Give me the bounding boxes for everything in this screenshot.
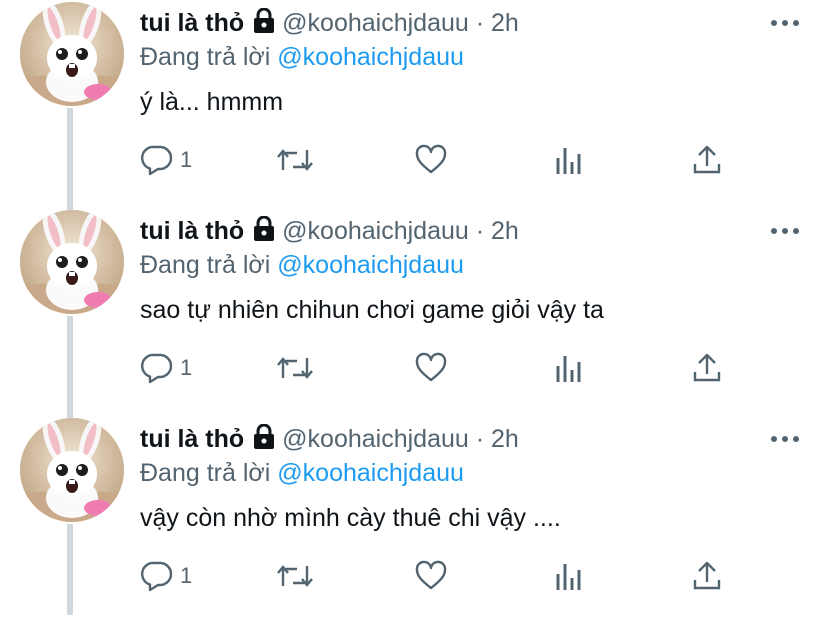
replying-to-handle[interactable]: @koohaichjdauu	[277, 459, 464, 487]
retweet-button[interactable]	[276, 348, 314, 388]
avatar[interactable]	[20, 418, 124, 522]
author-handle[interactable]: @koohaichjdauu	[282, 9, 469, 37]
author-name[interactable]: tui là thỏ	[140, 425, 244, 453]
share-button[interactable]	[691, 556, 723, 596]
analytics-icon	[554, 560, 584, 592]
like-button[interactable]	[414, 140, 448, 180]
tweet-actions: 1	[140, 348, 760, 388]
avatar[interactable]	[20, 2, 124, 106]
retweet-icon	[276, 144, 314, 176]
replying-prefix: Đang trả lời	[140, 459, 271, 487]
author-name[interactable]: tui là thỏ	[140, 9, 244, 37]
tweet-actions: 1	[140, 140, 760, 180]
tweet-text: sao tự nhiên chihun chơi game giỏi vậy t…	[140, 296, 604, 324]
more-icon[interactable]	[770, 222, 800, 234]
reply-count: 1	[180, 355, 193, 380]
share-button[interactable]	[691, 140, 723, 180]
author-name[interactable]: tui là thỏ	[140, 217, 244, 245]
reply-icon	[140, 560, 174, 592]
replying-to: Đang trả lời @koohaichjdauu	[140, 248, 464, 282]
separator-dot: ·	[475, 217, 485, 245]
lock-icon	[252, 423, 276, 459]
author-handle[interactable]: @koohaichjdauu	[282, 217, 469, 245]
share-icon	[691, 560, 723, 592]
tweet-text: ý là... hmmm	[140, 88, 284, 116]
analytics-icon	[554, 352, 584, 384]
retweet-button[interactable]	[276, 140, 314, 180]
lock-icon	[252, 215, 276, 251]
heart-icon	[414, 352, 448, 384]
tweet-header: tui là thỏ @koohaichjdauu · 2h	[140, 422, 519, 459]
timestamp[interactable]: 2h	[491, 217, 519, 245]
tweet-header: tui là thỏ @koohaichjdauu · 2h	[140, 214, 519, 251]
avatar[interactable]	[20, 210, 124, 314]
share-icon	[691, 352, 723, 384]
tweet[interactable]: tui là thỏ @koohaichjdauu · 2h Đang trả l…	[0, 208, 828, 416]
replying-to-handle[interactable]: @koohaichjdauu	[277, 251, 464, 279]
replying-to: Đang trả lời @koohaichjdauu	[140, 40, 464, 74]
tweet[interactable]: tui là thỏ @koohaichjdauu · 2h Đang trả l…	[0, 416, 828, 624]
heart-icon	[414, 144, 448, 176]
retweet-icon	[276, 560, 314, 592]
lock-icon	[252, 7, 276, 43]
analytics-button[interactable]	[554, 348, 584, 388]
author-handle[interactable]: @koohaichjdauu	[282, 425, 469, 453]
tweet-header: tui là thỏ @koohaichjdauu · 2h	[140, 6, 519, 43]
share-button[interactable]	[691, 348, 723, 388]
reply-button[interactable]: 1	[140, 348, 192, 388]
analytics-button[interactable]	[554, 140, 584, 180]
timestamp[interactable]: 2h	[491, 9, 519, 37]
heart-icon	[414, 560, 448, 592]
replying-prefix: Đang trả lời	[140, 43, 271, 71]
replying-prefix: Đang trả lời	[140, 251, 271, 279]
timestamp[interactable]: 2h	[491, 425, 519, 453]
analytics-icon	[554, 144, 584, 176]
reply-icon	[140, 144, 174, 176]
replying-to-handle[interactable]: @koohaichjdauu	[277, 43, 464, 71]
retweet-icon	[276, 352, 314, 384]
share-icon	[691, 144, 723, 176]
separator-dot: ·	[475, 425, 485, 453]
tweet-text: vậy còn nhờ mình cày thuê chi vậy ....	[140, 504, 561, 532]
reply-button[interactable]: 1	[140, 556, 192, 596]
like-button[interactable]	[414, 348, 448, 388]
analytics-button[interactable]	[554, 556, 584, 596]
separator-dot: ·	[475, 9, 485, 37]
reply-count: 1	[180, 563, 193, 588]
reply-count: 1	[180, 147, 193, 172]
more-icon[interactable]	[770, 14, 800, 26]
like-button[interactable]	[414, 556, 448, 596]
more-icon[interactable]	[770, 430, 800, 442]
retweet-button[interactable]	[276, 556, 314, 596]
reply-icon	[140, 352, 174, 384]
replying-to: Đang trả lời @koohaichjdauu	[140, 456, 464, 490]
tweet[interactable]: tui là thỏ @koohaichjdauu · 2h Đang trả l…	[0, 0, 828, 208]
tweet-actions: 1	[140, 556, 760, 596]
reply-button[interactable]: 1	[140, 140, 192, 180]
